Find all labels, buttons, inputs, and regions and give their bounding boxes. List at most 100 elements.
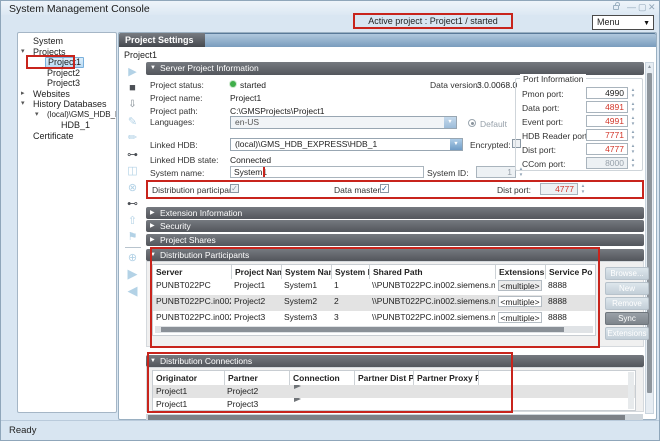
restore-project-icon[interactable]: ▶ bbox=[123, 267, 142, 281]
rename-project-icon[interactable]: ✏ bbox=[123, 131, 142, 145]
link-hdb-icon[interactable]: ⊶ bbox=[123, 147, 142, 161]
save-hdb-icon[interactable]: ◫ bbox=[123, 164, 142, 178]
tree-expanded-icon[interactable]: ▾ bbox=[21, 47, 25, 58]
browse-button[interactable]: Browse... bbox=[605, 267, 649, 280]
pmon-port-label: Pmon port: bbox=[522, 89, 564, 99]
table-row[interactable]: PUNBT022PC.in002.siemeProject2System22\\… bbox=[153, 295, 595, 311]
maximize-button[interactable]: ▢ bbox=[638, 3, 647, 12]
table-row[interactable]: Project1Project3 bbox=[153, 398, 635, 411]
tree-expanded-icon[interactable]: ▾ bbox=[35, 110, 39, 121]
linked-hdb-label: Linked HDB: bbox=[150, 140, 198, 150]
table-row[interactable]: Project1Project2 bbox=[153, 385, 635, 398]
stop-hdb-icon[interactable]: ⊗ bbox=[123, 180, 142, 194]
participants-scrollbar-thumb[interactable] bbox=[161, 327, 564, 332]
linked-hdb-dropdown[interactable]: (local)\GMS_HDB_EXPRESS\HDB_1 ▼ bbox=[230, 138, 463, 151]
extensions-cell[interactable]: <multiple> bbox=[498, 296, 542, 307]
event-port-label: Event port: bbox=[522, 117, 563, 127]
backup-project-icon[interactable]: ◀ bbox=[123, 284, 142, 298]
distribution-settings-row: Distribution participant: ✓ Data master:… bbox=[146, 180, 644, 199]
remove-button[interactable]: Remove bbox=[605, 297, 649, 310]
port-information-group: Port Information Pmon port: 4990 ▲▼ Data… bbox=[515, 78, 643, 171]
extensions-cell[interactable]: <multiple> bbox=[498, 312, 542, 323]
tab-project-settings[interactable]: Project Settings bbox=[119, 33, 205, 47]
system-id-label: System ID: bbox=[427, 168, 469, 178]
save-project-icon[interactable]: ⇩ bbox=[123, 98, 142, 112]
section-expanded-icon: ▼ bbox=[150, 62, 156, 75]
data-port-spinner[interactable]: ▲▼ bbox=[629, 101, 637, 113]
dist-port-info-input[interactable]: 4777 bbox=[586, 143, 628, 155]
hdb-reader-port-spinner[interactable]: ▲▼ bbox=[629, 129, 637, 141]
default-language-label: Default bbox=[480, 119, 507, 129]
data-port-input[interactable]: 4891 bbox=[586, 101, 628, 113]
section-expanded-icon: ▼ bbox=[150, 249, 156, 261]
tree-item-project1[interactable]: Project1 bbox=[18, 57, 116, 68]
ccom-port-input[interactable]: 8000 bbox=[586, 157, 628, 169]
tree-item-history-databases[interactable]: ▾History Databases bbox=[18, 99, 116, 110]
dist-port-info-label: Dist port: bbox=[522, 145, 556, 155]
table-row[interactable]: PUNBT022PCProject1System11\\PUNBT022PC.i… bbox=[153, 279, 595, 295]
extensions-button[interactable]: Extensions bbox=[605, 327, 649, 340]
language-dropdown[interactable]: en-US ▼ bbox=[230, 116, 457, 129]
status-started-icon bbox=[230, 81, 236, 87]
extensions-cell[interactable]: <multiple> bbox=[498, 280, 542, 291]
pin-project-icon[interactable]: ⚑ bbox=[123, 230, 142, 244]
linked-hdb-state-value: Connected bbox=[230, 155, 271, 165]
unlink-hdb-icon[interactable]: ⊷ bbox=[123, 197, 142, 211]
close-button[interactable]: ✕ bbox=[648, 3, 656, 12]
tree-item-websites[interactable]: ▸Websites bbox=[18, 89, 116, 100]
ccom-port-spinner[interactable]: ▲▼ bbox=[629, 157, 637, 169]
new-button[interactable]: New bbox=[605, 282, 649, 295]
system-id-input[interactable]: 1 bbox=[476, 166, 516, 178]
dist-port-info-spinner[interactable]: ▲▼ bbox=[629, 143, 637, 155]
upgrade-project-icon[interactable]: ⇧ bbox=[123, 213, 142, 227]
section-distribution-connections[interactable]: ▼ Distribution Connections bbox=[146, 355, 644, 367]
section-collapsed-icon: ▶ bbox=[150, 234, 155, 246]
section-collapsed-icon: ▶ bbox=[150, 207, 155, 219]
pmon-port-input[interactable]: 4990 bbox=[586, 87, 628, 99]
event-port-spinner[interactable]: ▲▼ bbox=[629, 115, 637, 127]
tree-item-project3[interactable]: Project3 bbox=[18, 78, 116, 89]
menu-dropdown[interactable]: Menu ▼ bbox=[592, 15, 654, 30]
lock-icon bbox=[613, 5, 619, 10]
dist-port-spinner[interactable]: ▲▼ bbox=[579, 183, 587, 195]
participants-table-header: ServerProject NameSystem NameSystem IDSh… bbox=[153, 265, 595, 279]
section-security[interactable]: ▶ Security bbox=[146, 220, 644, 232]
tree-item-projects[interactable]: ▾Projects bbox=[18, 47, 116, 58]
participants-horizontal-scrollbar[interactable] bbox=[155, 326, 593, 333]
ccom-port-label: CCom port: bbox=[522, 159, 565, 169]
project-name-value: Project1 bbox=[230, 93, 261, 103]
start-project-icon[interactable]: ▶ bbox=[123, 65, 142, 79]
minimize-button[interactable]: — bbox=[627, 3, 636, 12]
distribution-connections-body: OriginatorPartnerConnectionPartner Dist … bbox=[146, 367, 644, 412]
dropdown-arrow-icon: ▼ bbox=[450, 139, 462, 150]
system-name-label: System name: bbox=[150, 168, 204, 178]
edit-project-icon[interactable]: ✎ bbox=[123, 114, 142, 128]
add-project-icon[interactable]: ⊕ bbox=[123, 251, 142, 265]
tree-item-certificate[interactable]: Certificate bbox=[18, 131, 116, 142]
menu-arrow-icon: ▼ bbox=[643, 17, 650, 30]
default-language-radio[interactable] bbox=[468, 119, 476, 127]
stop-project-icon[interactable]: ■ bbox=[123, 81, 142, 95]
pmon-port-spinner[interactable]: ▲▼ bbox=[629, 87, 637, 99]
tree-item-system[interactable]: System bbox=[18, 36, 116, 47]
section-extension-information[interactable]: ▶ Extension Information bbox=[146, 207, 644, 219]
section-project-shares[interactable]: ▶ Project Shares bbox=[146, 234, 644, 246]
tree-item-local-gms-hdb-express[interactable]: ▾(local)\GMS_HDB_EXPRESS bbox=[18, 110, 116, 121]
data-master-checkbox[interactable]: ✓ bbox=[380, 184, 389, 193]
system-name-input[interactable]: System1 bbox=[230, 166, 424, 178]
tree-item-hdb1[interactable]: HDB_1 bbox=[18, 120, 116, 131]
tree-item-project2[interactable]: Project2 bbox=[18, 68, 116, 79]
dist-port-input[interactable]: 4777 bbox=[540, 183, 578, 195]
toolbar-divider bbox=[125, 247, 141, 248]
hdb-reader-port-input[interactable]: 7771 bbox=[586, 129, 628, 141]
linked-hdb-state-label: Linked HDB state: bbox=[150, 155, 219, 165]
status-text: Ready bbox=[9, 425, 36, 436]
event-port-input[interactable]: 4991 bbox=[586, 115, 628, 127]
tree-collapsed-icon[interactable]: ▸ bbox=[21, 89, 25, 100]
distribution-participant-checkbox[interactable]: ✓ bbox=[230, 184, 239, 193]
table-row[interactable]: PUNBT022PC.in002.siemeProject3System33\\… bbox=[153, 311, 595, 327]
tree-expanded-icon[interactable]: ▾ bbox=[21, 99, 25, 110]
connections-vertical-scrollbar[interactable] bbox=[628, 372, 634, 409]
section-distribution-participants[interactable]: ▼ Distribution Participants bbox=[146, 249, 644, 261]
sync-button[interactable]: Sync bbox=[605, 312, 649, 325]
